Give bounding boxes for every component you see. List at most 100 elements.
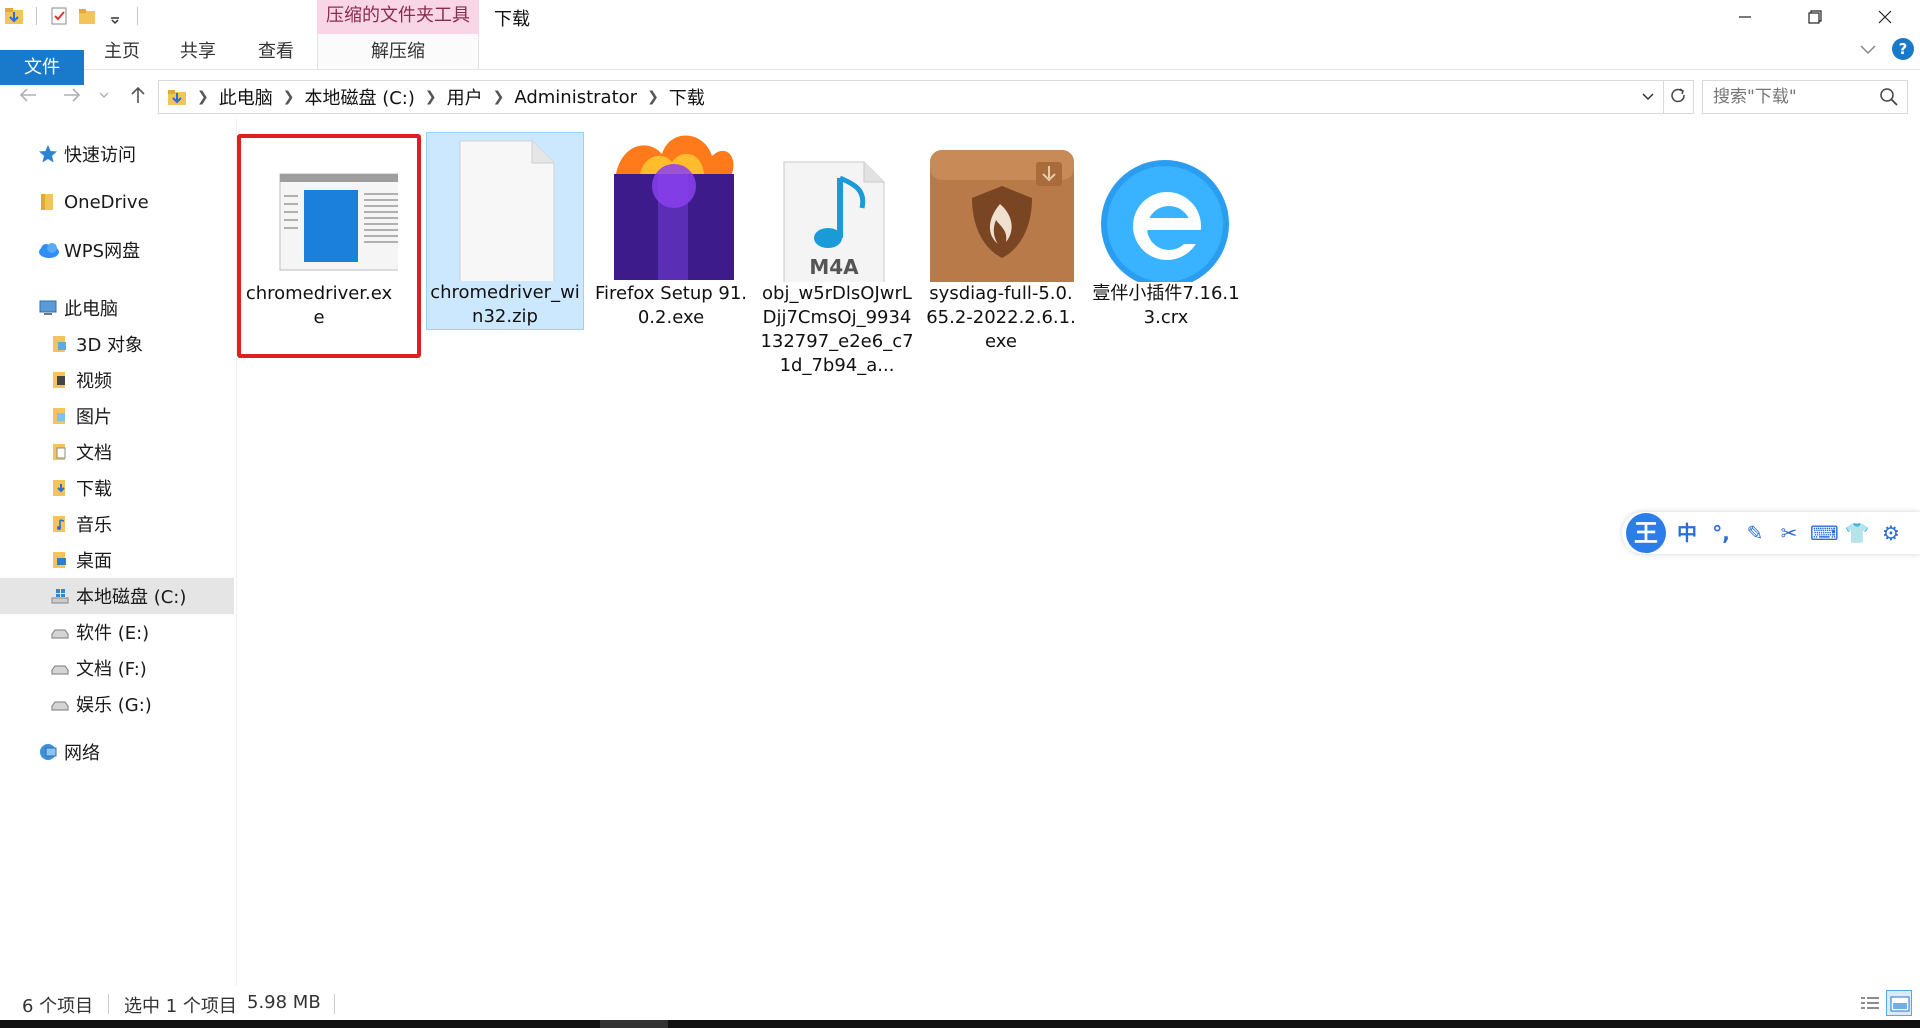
file-name: sysdiag-full-5.0.65.2-2022.2.6.1.exe [926,283,1076,352]
recent-locations-button[interactable] [96,84,112,110]
breadcrumb: ❯ 此电脑 ❯ 本地磁盘 (C:) ❯ 用户 ❯ Administrator ❯… [167,81,705,113]
file-name: obj_w5rDlsOJwrLDjj7CmsOj_9934132797_e2e6… [760,283,914,376]
cloud-icon [38,240,59,260]
file-item[interactable]: Firefox Setup 91.0.2.exe [592,134,750,330]
large-icons-view-button[interactable] [1886,990,1912,1016]
sidebar-item-drive-e[interactable]: 软件 (E:) [0,614,234,650]
sidebar-item-music[interactable]: 音乐 [0,506,234,542]
breadcrumb-downloads[interactable]: 下载 [669,84,705,110]
breadcrumb-local-disk-c[interactable]: 本地磁盘 (C:) [304,84,414,110]
folder-download-icon[interactable] [4,6,24,26]
file-item[interactable]: 壹伴小插件7.16.13.crx [1087,134,1245,330]
sysdiag-box-icon [922,134,1080,296]
sidebar-item-label: 图片 [76,407,112,428]
details-view-button[interactable] [1856,990,1882,1016]
chevron-right-icon[interactable]: ❯ [197,89,209,105]
sidebar-item-wps-drive[interactable]: WPS网盘 [0,232,234,268]
blank-file-icon [427,133,585,284]
file-item[interactable]: M4A obj_w5rDlsOJwrLDjj7CmsOj_9934132797_… [758,134,916,378]
sidebar-item-label: 下载 [76,479,112,500]
file-item[interactable]: sysdiag-full-5.0.65.2-2022.2.6.1.exe [922,134,1080,354]
ime-logo[interactable]: 王 [1626,513,1666,553]
chevron-right-icon[interactable]: ❯ [425,89,437,105]
chevron-right-icon[interactable]: ❯ [647,89,659,105]
sidebar-item-local-disk-c[interactable]: 本地磁盘 (C:) [0,578,234,614]
item-count: 6 个项目 [22,996,94,1017]
tab-extract[interactable]: 解压缩 [318,34,478,69]
search-box[interactable] [1702,80,1908,114]
selection-size: 5.98 MB [247,992,321,1013]
refresh-button[interactable] [1664,80,1694,114]
breadcrumb-users[interactable]: 用户 [447,84,483,110]
tab-home[interactable]: 主页 [96,34,148,69]
minimize-button[interactable] [1710,0,1780,34]
search-icon[interactable] [1879,87,1899,107]
ime-handwriting-icon[interactable]: ✎ [1742,520,1768,546]
properties-check-icon[interactable] [49,6,69,26]
breadcrumb-this-pc[interactable]: 此电脑 [219,84,273,110]
back-button[interactable] [14,84,42,110]
ime-skin-icon[interactable]: 👕 [1844,520,1870,546]
maximize-button[interactable] [1780,0,1850,34]
new-folder-icon[interactable] [77,6,97,26]
folder-video-icon [50,370,70,390]
folder-desktop-icon [50,550,70,570]
up-arrow-icon [131,86,145,103]
forward-button[interactable] [58,84,86,110]
ime-chinese-toggle[interactable]: 中 [1674,520,1700,546]
breadcrumb-administrator[interactable]: Administrator [514,87,637,108]
qat-separator [137,7,138,25]
sidebar-item-onedrive[interactable]: OneDrive [0,184,234,220]
windows-drive-icon [50,586,70,606]
network-icon [38,742,58,762]
ime-screenshot-icon[interactable]: ✂ [1776,520,1802,546]
sidebar-item-pictures[interactable]: 图片 [0,398,234,434]
sidebar-item-videos[interactable]: 视频 [0,362,234,398]
search-input[interactable] [1703,81,1863,113]
sidebar-item-label: 娱乐 (G:) [76,695,152,716]
file-item-selected[interactable]: chromedriver_win32.zip [426,132,584,330]
address-bar[interactable]: ❯ 此电脑 ❯ 本地磁盘 (C:) ❯ 用户 ❯ Administrator ❯… [158,80,1664,114]
sidebar-item-network[interactable]: 网络 [0,734,234,770]
quick-access-toolbar [4,6,142,26]
sidebar-item-drive-g[interactable]: 娱乐 (G:) [0,686,234,722]
help-button[interactable]: ? [1892,38,1914,60]
up-button[interactable] [124,84,152,110]
navigation-pane: 快速访问 OneDrive WPS网盘 此电脑 3D 对象 视频 图片 文档 下… [0,136,236,986]
sidebar-item-documents[interactable]: 文档 [0,434,234,470]
status-bar: 6 个项目 选中 1 个项目 5.98 MB [0,986,1920,1020]
restore-icon [1808,10,1822,24]
address-dropdown-button[interactable] [1633,81,1663,113]
file-name: Firefox Setup 91.0.2.exe [594,283,748,328]
selection-count: 选中 1 个项目 [124,996,237,1017]
status-separator [108,994,109,1014]
tab-view[interactable]: 查看 [250,34,302,69]
file-name: 壹伴小插件7.16.13.crx [1092,283,1240,328]
sidebar-item-downloads[interactable]: 下载 [0,470,234,506]
large-icons-view-icon [1890,996,1910,1012]
sidebar-item-desktop[interactable]: 桌面 [0,542,234,578]
status-separator [334,994,335,1014]
chevron-right-icon[interactable]: ❯ [493,89,505,105]
ribbon-expand-icon[interactable] [1858,39,1878,59]
sidebar-item-label: 桌面 [76,551,112,572]
sidebar-item-label: 音乐 [76,515,112,536]
sidebar-item-label: 3D 对象 [76,335,144,356]
taskbar-edge [0,1020,1920,1028]
ime-keyboard-icon[interactable]: ⌨ [1810,520,1839,546]
sidebar-item-this-pc[interactable]: 此电脑 [0,290,234,326]
sidebar-item-3d-objects[interactable]: 3D 对象 [0,326,234,362]
details-view-icon [1861,997,1879,1009]
sidebar-item-label: WPS网盘 [64,241,141,262]
ime-settings-icon[interactable]: ⚙ [1878,520,1904,546]
sidebar-item-quick-access[interactable]: 快速访问 [0,136,234,172]
sidebar-item-drive-f[interactable]: 文档 (F:) [0,650,234,686]
tab-share[interactable]: 共享 [172,34,224,69]
qat-dropdown-icon[interactable] [105,6,125,26]
downloads-folder-icon [168,90,186,105]
chevron-right-icon[interactable]: ❯ [283,89,295,105]
close-button[interactable] [1850,0,1920,34]
drive-icon [50,694,70,714]
ime-punctuation-toggle[interactable]: °, [1708,520,1734,546]
star-icon [38,144,58,164]
